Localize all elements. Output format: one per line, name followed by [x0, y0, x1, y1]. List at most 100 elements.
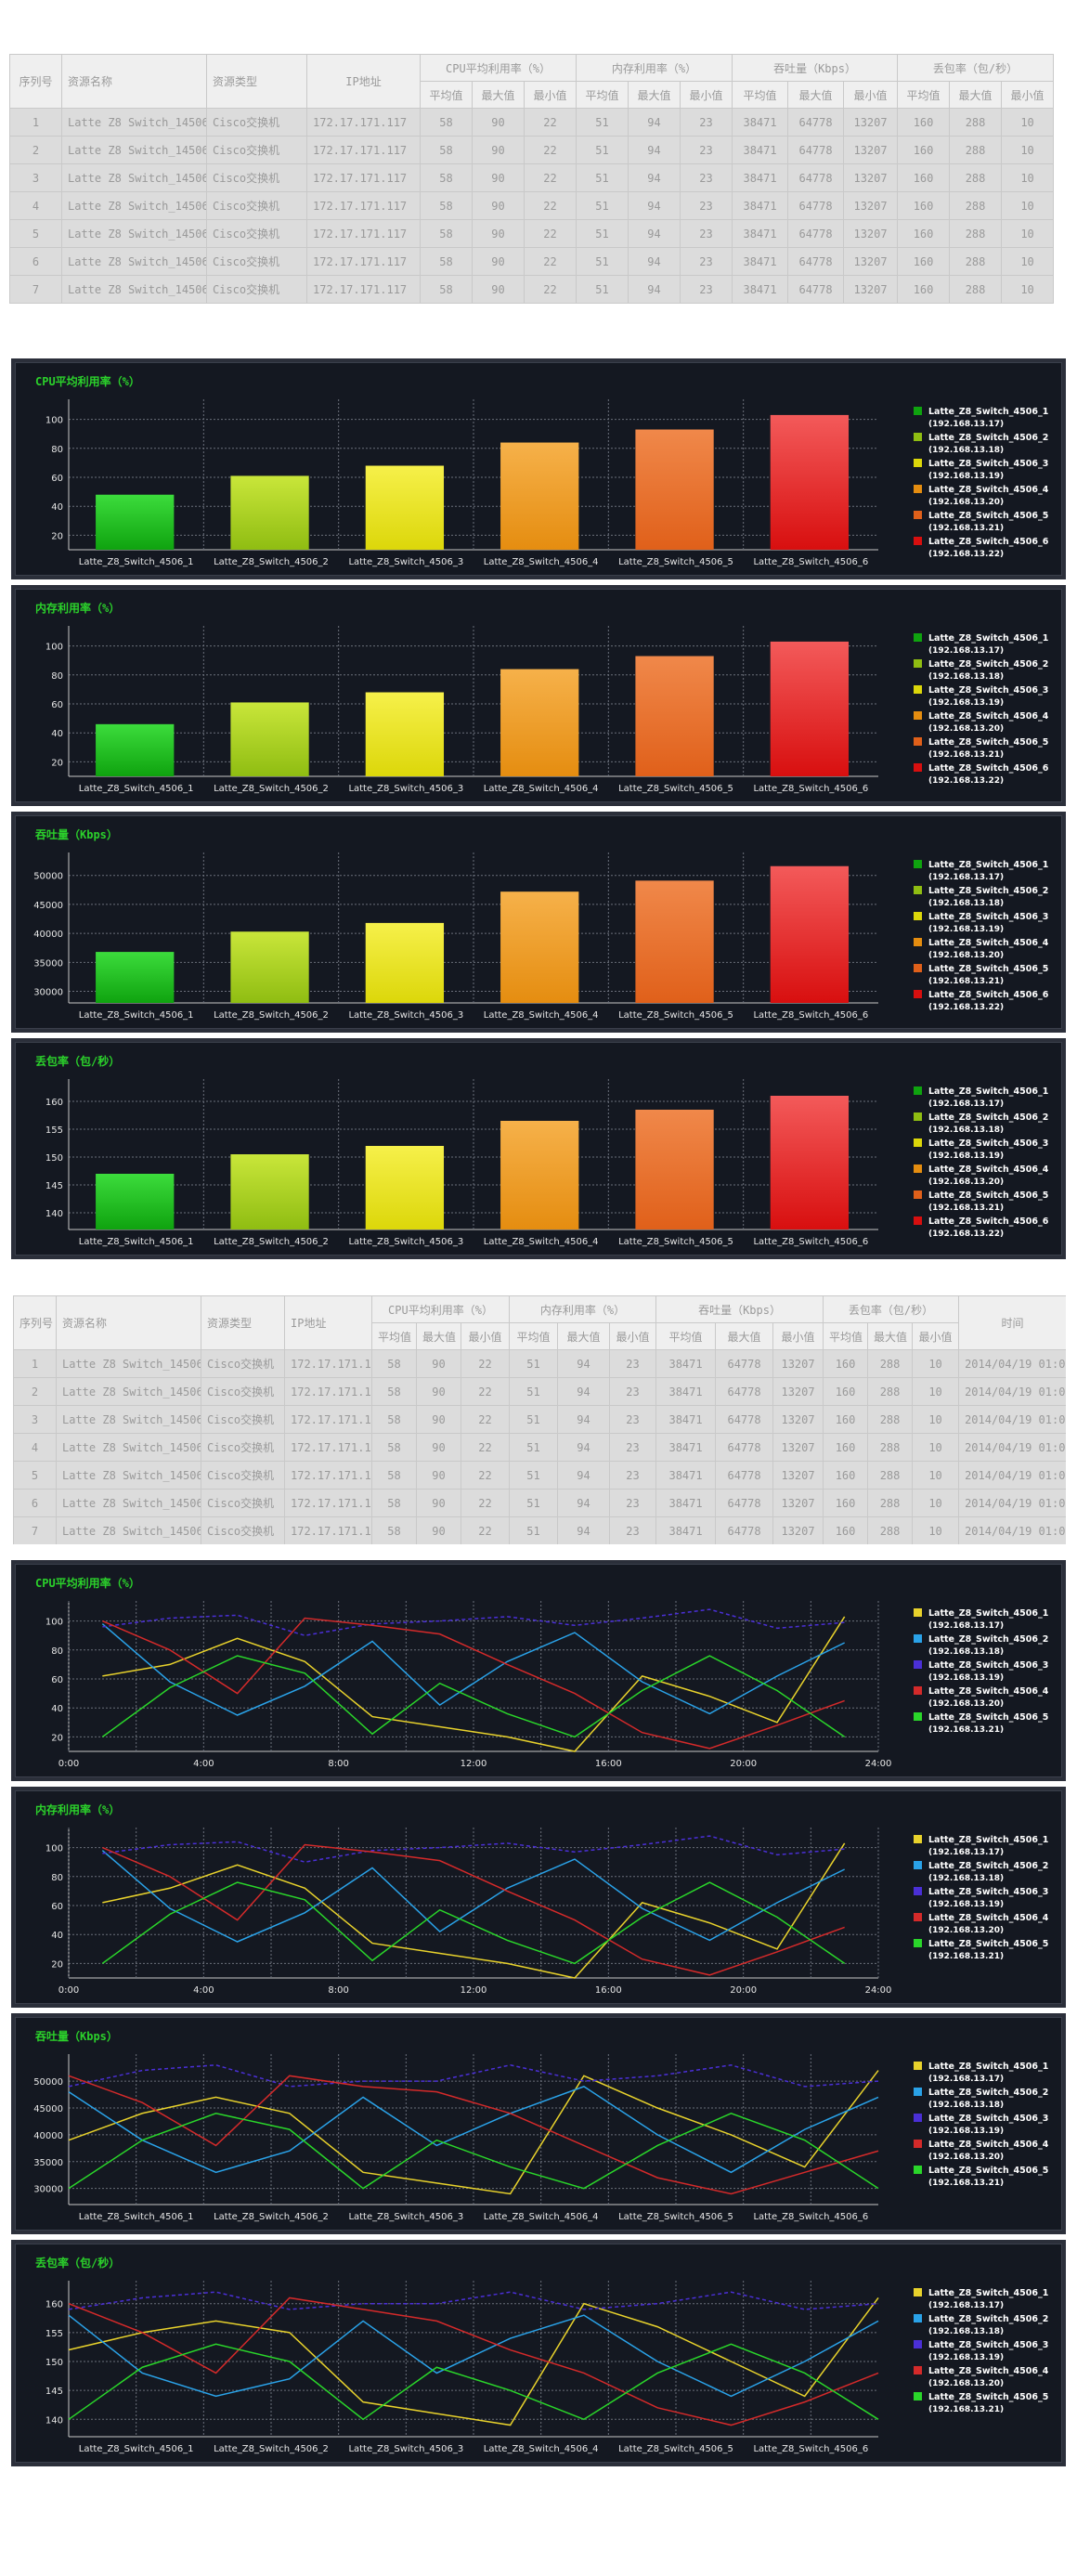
bar[interactable]: [365, 922, 445, 1003]
legend-label[interactable]: Latte_Z8_Switch_4506_5: [928, 737, 1048, 748]
legend-label[interactable]: Latte_Z8_Switch_4506_4: [928, 1913, 1049, 1923]
bar[interactable]: [635, 656, 714, 776]
legend-label[interactable]: Latte_Z8_Switch_4506_5: [928, 2166, 1048, 2176]
table-row[interactable]: 6Latte Z8 Switch_14506_1Cisco交换机172.17.1…: [9, 247, 1055, 276]
legend-label[interactable]: Latte_Z8_Switch_4506_2: [928, 2088, 1048, 2098]
bar[interactable]: [500, 442, 579, 550]
bar[interactable]: [230, 475, 309, 550]
legend-label[interactable]: Latte_Z8_Switch_4506_5: [928, 2392, 1048, 2402]
table-cell: 51: [509, 1489, 558, 1517]
bar[interactable]: [230, 702, 309, 776]
table-row[interactable]: 2Latte Z8 Switch_14506_1Cisco交换机172.17.1…: [13, 1377, 1066, 1406]
legend-label[interactable]: Latte_Z8_Switch_4506_1: [928, 2288, 1048, 2298]
table-row[interactable]: 6Latte Z8 Switch_14506_1Cisco交换机172.17.1…: [13, 1489, 1066, 1517]
legend-label[interactable]: Latte_Z8_Switch_4506_2: [928, 1861, 1048, 1871]
legend-swatch: [914, 511, 922, 519]
legend-label[interactable]: Latte_Z8_Switch_4506_1: [928, 1835, 1048, 1845]
legend-label[interactable]: Latte_Z8_Switch_4506_3: [928, 912, 1048, 922]
legend-label[interactable]: Latte_Z8_Switch_4506_1: [928, 1608, 1048, 1619]
legend-label[interactable]: Latte_Z8_Switch_4506_2: [928, 1112, 1048, 1123]
table-row[interactable]: 5Latte Z8 Switch_14506_1Cisco交换机172.17.1…: [9, 219, 1055, 248]
bar[interactable]: [365, 1146, 445, 1229]
legend-label[interactable]: Latte_Z8_Switch_4506_6: [928, 763, 1049, 774]
bar[interactable]: [96, 494, 175, 550]
table-cell: 38471: [732, 108, 789, 137]
legend-label[interactable]: Latte_Z8_Switch_4506_3: [928, 1887, 1048, 1897]
legend-label[interactable]: Latte_Z8_Switch_4506_3: [928, 2340, 1048, 2350]
bar[interactable]: [96, 723, 175, 776]
table-row[interactable]: 7Latte Z8 Switch_14506_1Cisco交换机172.17.1…: [13, 1516, 1066, 1544]
bar[interactable]: [230, 1154, 309, 1229]
legend-label[interactable]: Latte_Z8_Switch_4506_4: [928, 2366, 1049, 2376]
legend-ip: (192.168.13.21): [928, 750, 1004, 760]
bar[interactable]: [770, 865, 850, 1003]
legend-ip: (192.168.13.20): [928, 1177, 1004, 1187]
bar[interactable]: [500, 1121, 579, 1229]
legend-label[interactable]: Latte_Z8_Switch_4506_1: [928, 860, 1048, 870]
table-cell: 64778: [715, 1516, 774, 1544]
bar[interactable]: [500, 891, 579, 1003]
series-line[interactable]: [68, 2314, 879, 2398]
table-row[interactable]: 3Latte Z8 Switch_14506_1Cisco交换机172.17.1…: [13, 1405, 1066, 1434]
legend-label[interactable]: Latte_Z8_Switch_4506_2: [928, 1634, 1048, 1645]
table-cell: 2014/04/19 01:00: [958, 1349, 1066, 1378]
legend-label[interactable]: Latte_Z8_Switch_4506_5: [928, 964, 1048, 974]
bar[interactable]: [635, 880, 714, 1003]
legend-label[interactable]: Latte_Z8_Switch_4506_2: [928, 2314, 1048, 2324]
bar[interactable]: [230, 931, 309, 1003]
legend-label[interactable]: Latte_Z8_Switch_4506_2: [928, 886, 1048, 896]
legend-label[interactable]: Latte_Z8_Switch_4506_1: [928, 2062, 1048, 2072]
legend-label[interactable]: Latte_Z8_Switch_4506_6: [928, 1216, 1049, 1227]
table-cell: 2014/04/19 01:00: [958, 1461, 1066, 1490]
legend-swatch: [914, 1887, 922, 1895]
table-row[interactable]: 3Latte Z8 Switch_14506_1Cisco交换机172.17.1…: [9, 163, 1055, 192]
resource-table-2-viewport[interactable]: 序列号 资源名称 资源类型 IP地址 CPU平均利用率（%） 内存利用率（%） …: [13, 1295, 1066, 1544]
legend-label[interactable]: Latte_Z8_Switch_4506_1: [928, 407, 1048, 417]
legend-label[interactable]: Latte_Z8_Switch_4506_4: [928, 1686, 1049, 1697]
legend-label[interactable]: Latte_Z8_Switch_4506_6: [928, 537, 1049, 547]
table-row[interactable]: 5Latte Z8 Switch_14506_1Cisco交换机172.17.1…: [13, 1461, 1066, 1490]
legend-label[interactable]: Latte_Z8_Switch_4506_1: [928, 633, 1048, 644]
legend-ip: (192.168.13.20): [928, 1926, 1004, 1935]
table-row[interactable]: 4Latte Z8 Switch_14506_1Cisco交换机172.17.1…: [13, 1433, 1066, 1462]
legend-label[interactable]: Latte_Z8_Switch_4506_5: [928, 1712, 1048, 1723]
legend-label[interactable]: Latte_Z8_Switch_4506_4: [928, 2140, 1049, 2150]
legend-label[interactable]: Latte_Z8_Switch_4506_5: [928, 511, 1048, 521]
y-tick-label: 150: [45, 1153, 63, 1164]
legend-label[interactable]: Latte_Z8_Switch_4506_2: [928, 659, 1048, 670]
bar[interactable]: [500, 669, 579, 776]
legend-label[interactable]: Latte_Z8_Switch_4506_3: [928, 685, 1048, 696]
legend-label[interactable]: Latte_Z8_Switch_4506_3: [928, 1660, 1048, 1671]
legend-label[interactable]: Latte_Z8_Switch_4506_3: [928, 459, 1048, 469]
bar[interactable]: [635, 429, 714, 550]
bar[interactable]: [365, 465, 445, 550]
legend-label[interactable]: Latte_Z8_Switch_4506_3: [928, 1138, 1048, 1149]
table-row[interactable]: 2Latte Z8 Switch_14506_1Cisco交换机172.17.1…: [9, 136, 1055, 164]
bar[interactable]: [96, 952, 175, 1003]
legend-label[interactable]: Latte_Z8_Switch_4506_5: [928, 1939, 1048, 1949]
bar[interactable]: [770, 641, 850, 776]
bar[interactable]: [96, 1174, 175, 1229]
legend-label[interactable]: Latte_Z8_Switch_4506_5: [928, 1190, 1048, 1201]
legend-label[interactable]: Latte_Z8_Switch_4506_6: [928, 990, 1049, 1000]
table-row[interactable]: 1Latte Z8 Switch_14506_1Cisco交换机172.17.1…: [13, 1349, 1066, 1378]
legend-label[interactable]: Latte_Z8_Switch_4506_1: [928, 1086, 1048, 1097]
table-cell: 22: [461, 1461, 510, 1490]
bar[interactable]: [770, 414, 850, 550]
legend-label[interactable]: Latte_Z8_Switch_4506_4: [928, 938, 1049, 948]
legend-label[interactable]: Latte_Z8_Switch_4506_4: [928, 485, 1049, 495]
legend-label[interactable]: Latte_Z8_Switch_4506_2: [928, 433, 1048, 443]
legend-label[interactable]: Latte_Z8_Switch_4506_4: [928, 711, 1049, 722]
legend-label[interactable]: Latte_Z8_Switch_4506_3: [928, 2114, 1048, 2124]
bar[interactable]: [770, 1096, 850, 1229]
bar[interactable]: [635, 1110, 714, 1229]
legend-label[interactable]: Latte_Z8_Switch_4506_4: [928, 1164, 1049, 1175]
bar[interactable]: [365, 692, 445, 776]
table-cell: 160: [897, 136, 951, 164]
table-cell: 13207: [843, 219, 899, 248]
table-row[interactable]: 1Latte Z8 Switch_14506_1Cisco交换机172.17.1…: [9, 108, 1055, 137]
series-line[interactable]: [68, 2064, 879, 2088]
table-row[interactable]: 7Latte Z8 Switch_14506_1Cisco交换机172.17.1…: [9, 275, 1055, 304]
table-row[interactable]: 4Latte Z8 Switch_14506_1Cisco交换机172.17.1…: [9, 191, 1055, 220]
x-tick-label: Latte_Z8_Switch_4506_6: [753, 1010, 868, 1021]
